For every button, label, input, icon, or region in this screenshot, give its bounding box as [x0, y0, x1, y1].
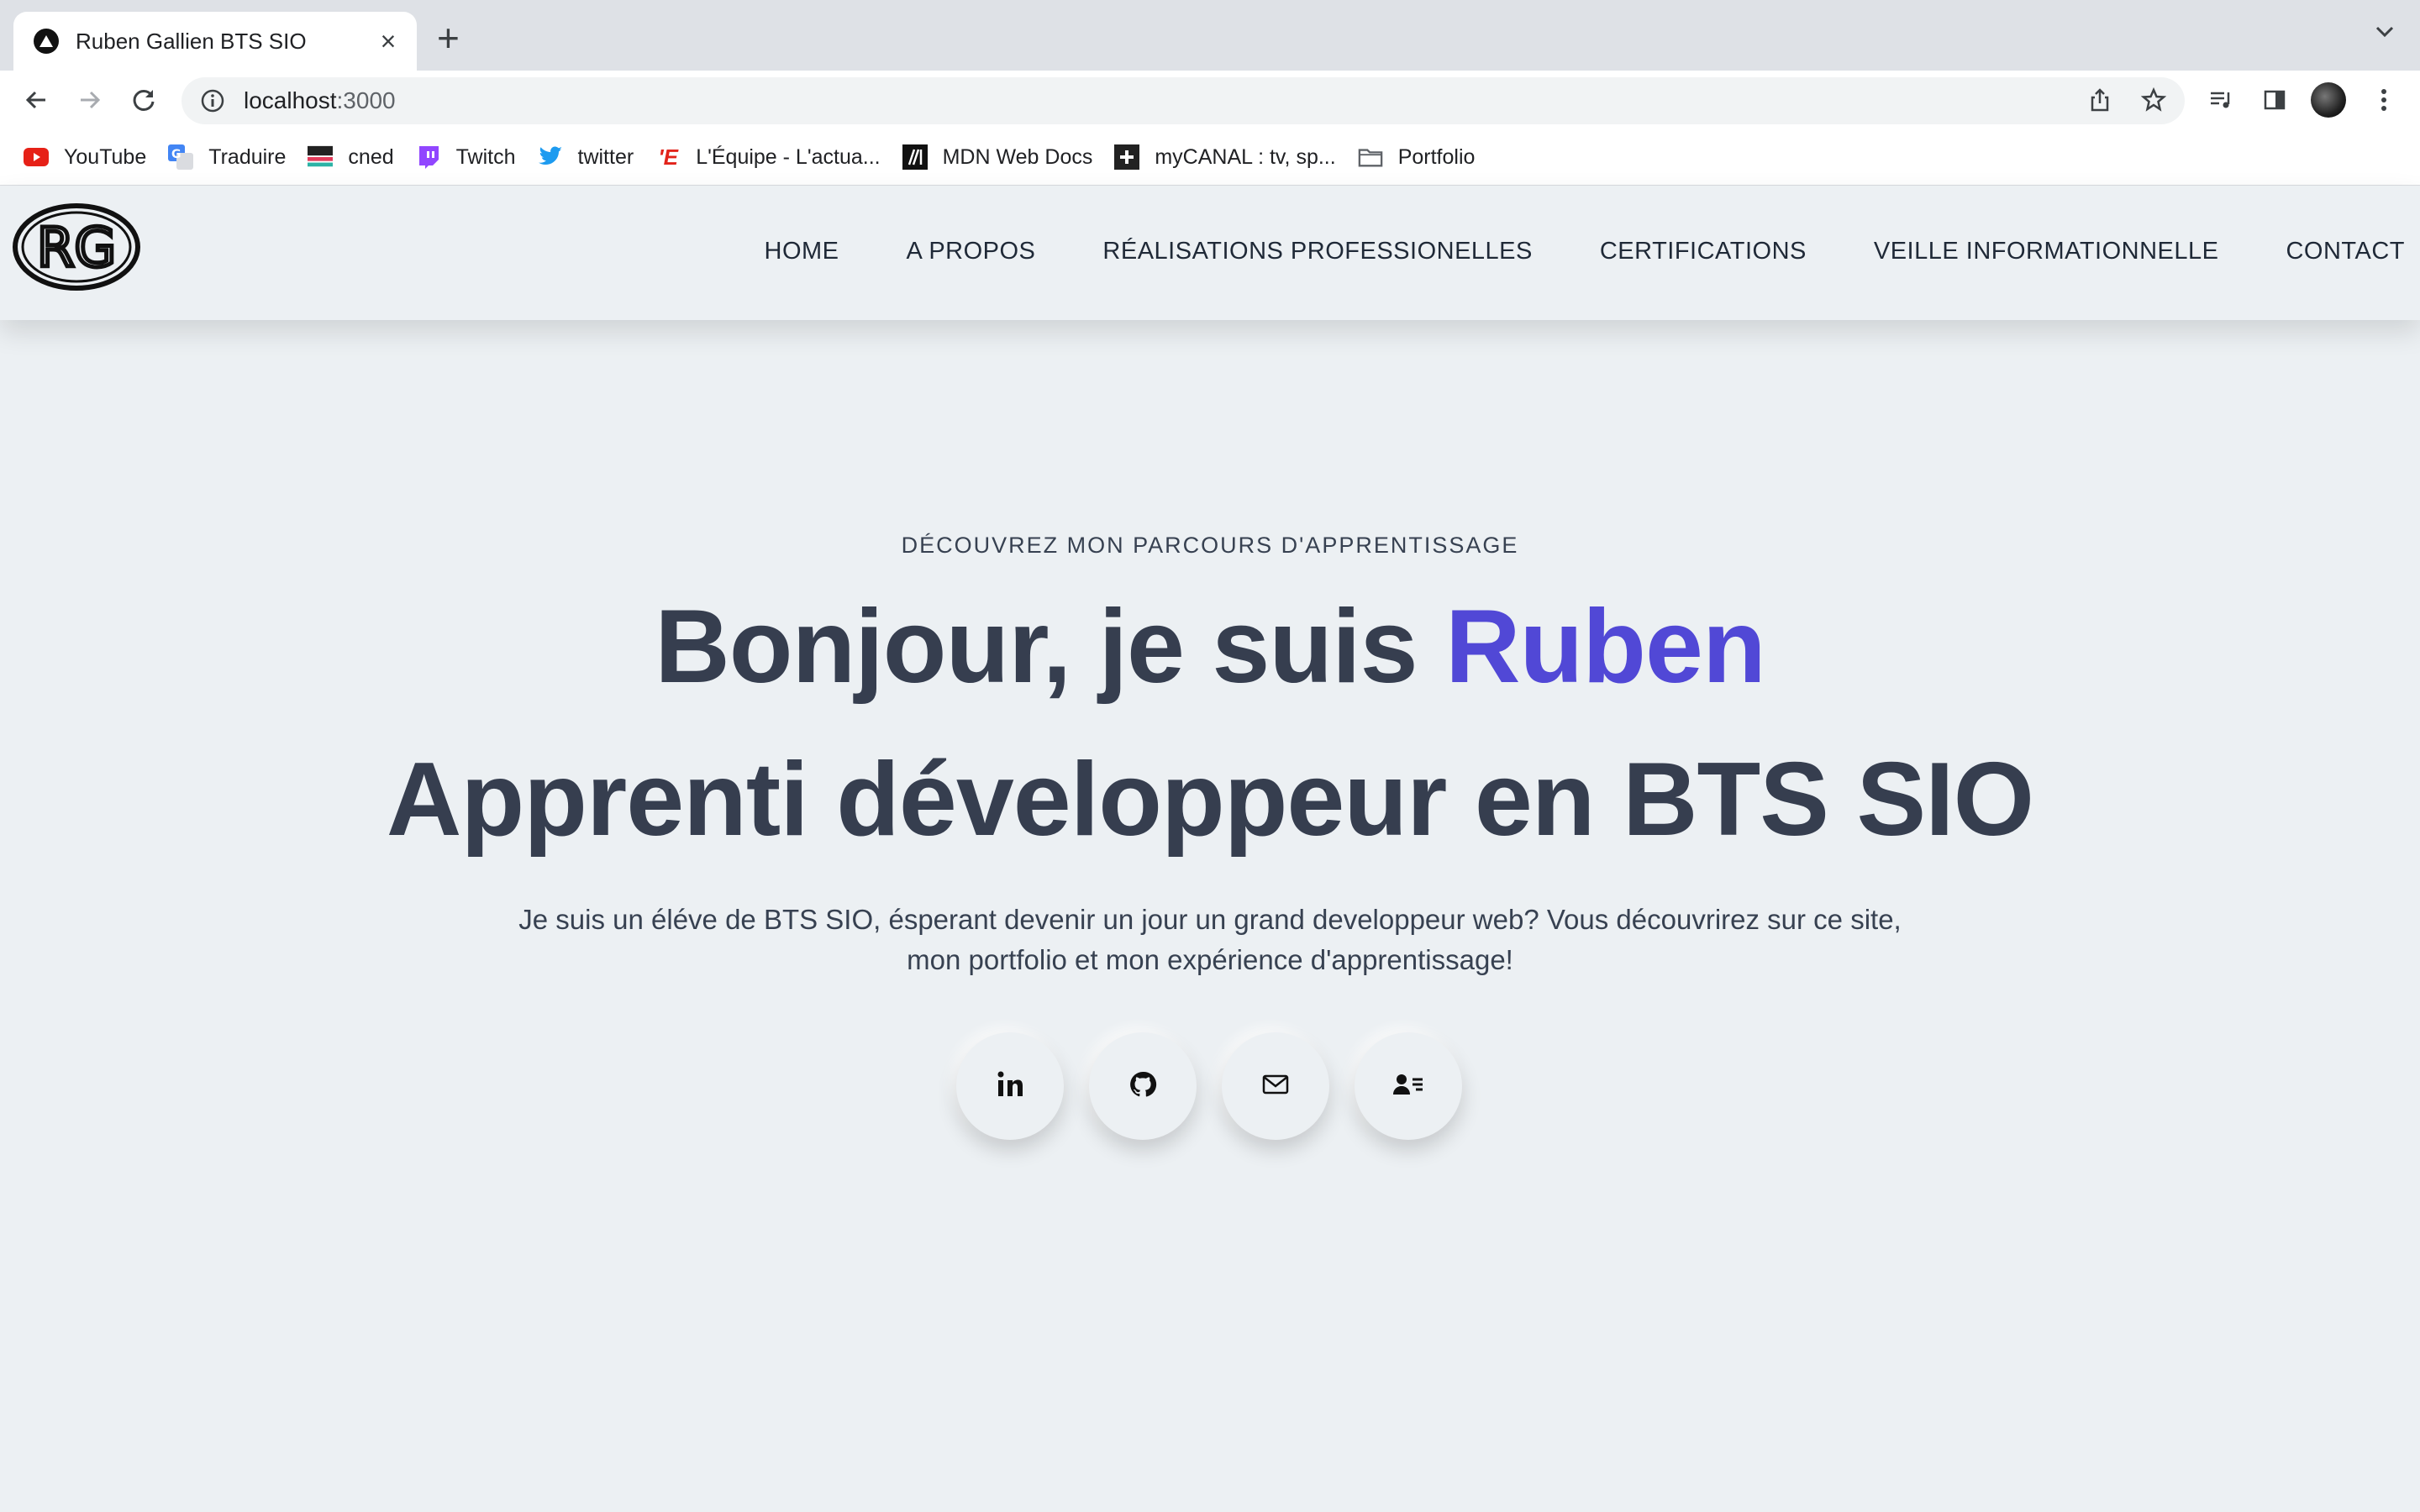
hero-eyebrow: DÉCOUVREZ MON PARCOURS D'APPRENTISSAGE: [901, 533, 1519, 558]
more-menu-icon[interactable]: [2366, 82, 2402, 118]
bookmark-label: Traduire: [208, 144, 287, 169]
nav-certifications[interactable]: CERTIFICATIONS: [1600, 238, 1807, 265]
github-icon: [1128, 1070, 1157, 1103]
lequipe-icon: 'E: [658, 144, 678, 170]
folder-icon: [1358, 144, 1383, 170]
mycanal-icon: [1114, 144, 1140, 170]
bookmark-label: cned: [348, 144, 394, 169]
close-tab-icon[interactable]: ×: [373, 26, 403, 57]
nav-contact[interactable]: CONTACT: [2286, 238, 2405, 265]
nav-a-propos[interactable]: A PROPOS: [907, 238, 1036, 265]
tab-search-chevron-icon[interactable]: [2375, 25, 2395, 43]
forward-arrow-icon[interactable]: [72, 82, 108, 118]
nav-veille[interactable]: VEILLE INFORMATIONNELLE: [1874, 238, 2219, 265]
contact-card-button[interactable]: [1355, 1032, 1462, 1140]
reload-icon[interactable]: [126, 82, 161, 118]
site-info-icon[interactable]: [200, 88, 225, 113]
share-icon[interactable]: [2082, 82, 2118, 118]
mail-icon: [1262, 1074, 1289, 1100]
media-controls-icon[interactable]: [2203, 82, 2238, 118]
bookmark-label: L'Équipe - L'actua...: [696, 144, 881, 169]
url-text: localhost:3000: [244, 87, 396, 113]
bookmark-mdn[interactable]: MDN Web Docs: [902, 144, 1093, 170]
youtube-icon: [24, 144, 49, 170]
social-links: [956, 1032, 1487, 1140]
main-nav: HOME A PROPOS RÉALISATIONS PROFESSIONELL…: [697, 238, 2405, 265]
bookmark-label: twitter: [577, 144, 634, 169]
nav-realisations[interactable]: RÉALISATIONS PROFESSIONELLES: [1102, 238, 1532, 265]
profile-avatar[interactable]: [2311, 82, 2346, 118]
address-bar[interactable]: localhost:3000: [182, 77, 2185, 124]
browser-toolbar: localhost:3000: [0, 71, 2420, 129]
rg-logo[interactable]: RG: [12, 202, 141, 291]
hero-greeting: Bonjour, je suis Ruben: [0, 587, 2420, 706]
mdn-icon: [902, 144, 928, 170]
svg-text:RG: RG: [37, 218, 116, 280]
bookmark-twitter[interactable]: twitter: [538, 144, 634, 170]
description-line-1: Je suis un éléve de BTS SIO, ésperant de…: [518, 904, 1902, 935]
bookmark-traduire[interactable]: G Traduire: [168, 144, 286, 170]
description-line-2: mon portfolio et mon expérience d'appren…: [907, 944, 1513, 975]
hero-section: DÉCOUVREZ MON PARCOURS D'APPRENTISSAGE B…: [0, 320, 2420, 1512]
bookmark-twitch[interactable]: Twitch: [416, 144, 516, 170]
linkedin-button[interactable]: [956, 1032, 1064, 1140]
svg-text:G: G: [171, 148, 182, 161]
translate-icon: G: [168, 144, 194, 170]
browser-tab-strip: Ruben Gallien BTS SIO × +: [0, 0, 2420, 71]
site-favicon-icon: [34, 29, 59, 54]
back-arrow-icon[interactable]: [18, 82, 54, 118]
bookmark-mycanal[interactable]: myCANAL : tv, sp...: [1114, 144, 1336, 170]
github-button[interactable]: [1089, 1032, 1197, 1140]
tab-title: Ruben Gallien BTS SIO: [76, 28, 307, 54]
bookmark-cned[interactable]: cned: [308, 144, 394, 170]
bookmark-label: MDN Web Docs: [942, 144, 1093, 169]
bookmark-label: myCANAL : tv, sp...: [1155, 144, 1336, 169]
bookmark-label: YouTube: [64, 144, 147, 169]
new-tab-icon[interactable]: +: [437, 18, 460, 57]
bookmark-label: Portfolio: [1397, 144, 1476, 169]
cned-icon: [308, 144, 334, 170]
twitter-icon: [538, 144, 563, 170]
browser-tab[interactable]: Ruben Gallien BTS SIO ×: [13, 12, 417, 71]
contact-card-icon: [1393, 1073, 1423, 1100]
bookmark-youtube[interactable]: YouTube: [24, 144, 146, 170]
hero-description: Je suis un éléve de BTS SIO, ésperant de…: [454, 900, 1966, 980]
bookmark-star-icon[interactable]: [2136, 82, 2171, 118]
bookmark-lequipe[interactable]: 'E L'Équipe - L'actua...: [655, 144, 880, 170]
mail-button[interactable]: [1222, 1032, 1329, 1140]
linkedin-icon: [996, 1070, 1024, 1103]
bookmark-portfolio-folder[interactable]: Portfolio: [1358, 144, 1476, 170]
bookmarks-bar: YouTube G Traduire cned Twitch twitter '…: [0, 129, 2420, 186]
greeting-name: Ruben: [1444, 589, 1766, 705]
greeting-prefix: Bonjour, je suis: [655, 589, 1445, 705]
twitch-icon: [416, 144, 441, 170]
bookmark-label: Twitch: [455, 144, 516, 169]
hero-subtitle: Apprenti développeur en BTS SIO: [386, 742, 2034, 858]
side-panel-icon[interactable]: [2257, 82, 2292, 118]
site-header: RG HOME A PROPOS RÉALISATIONS PROFESSION…: [0, 186, 2420, 320]
nav-home[interactable]: HOME: [765, 238, 839, 265]
